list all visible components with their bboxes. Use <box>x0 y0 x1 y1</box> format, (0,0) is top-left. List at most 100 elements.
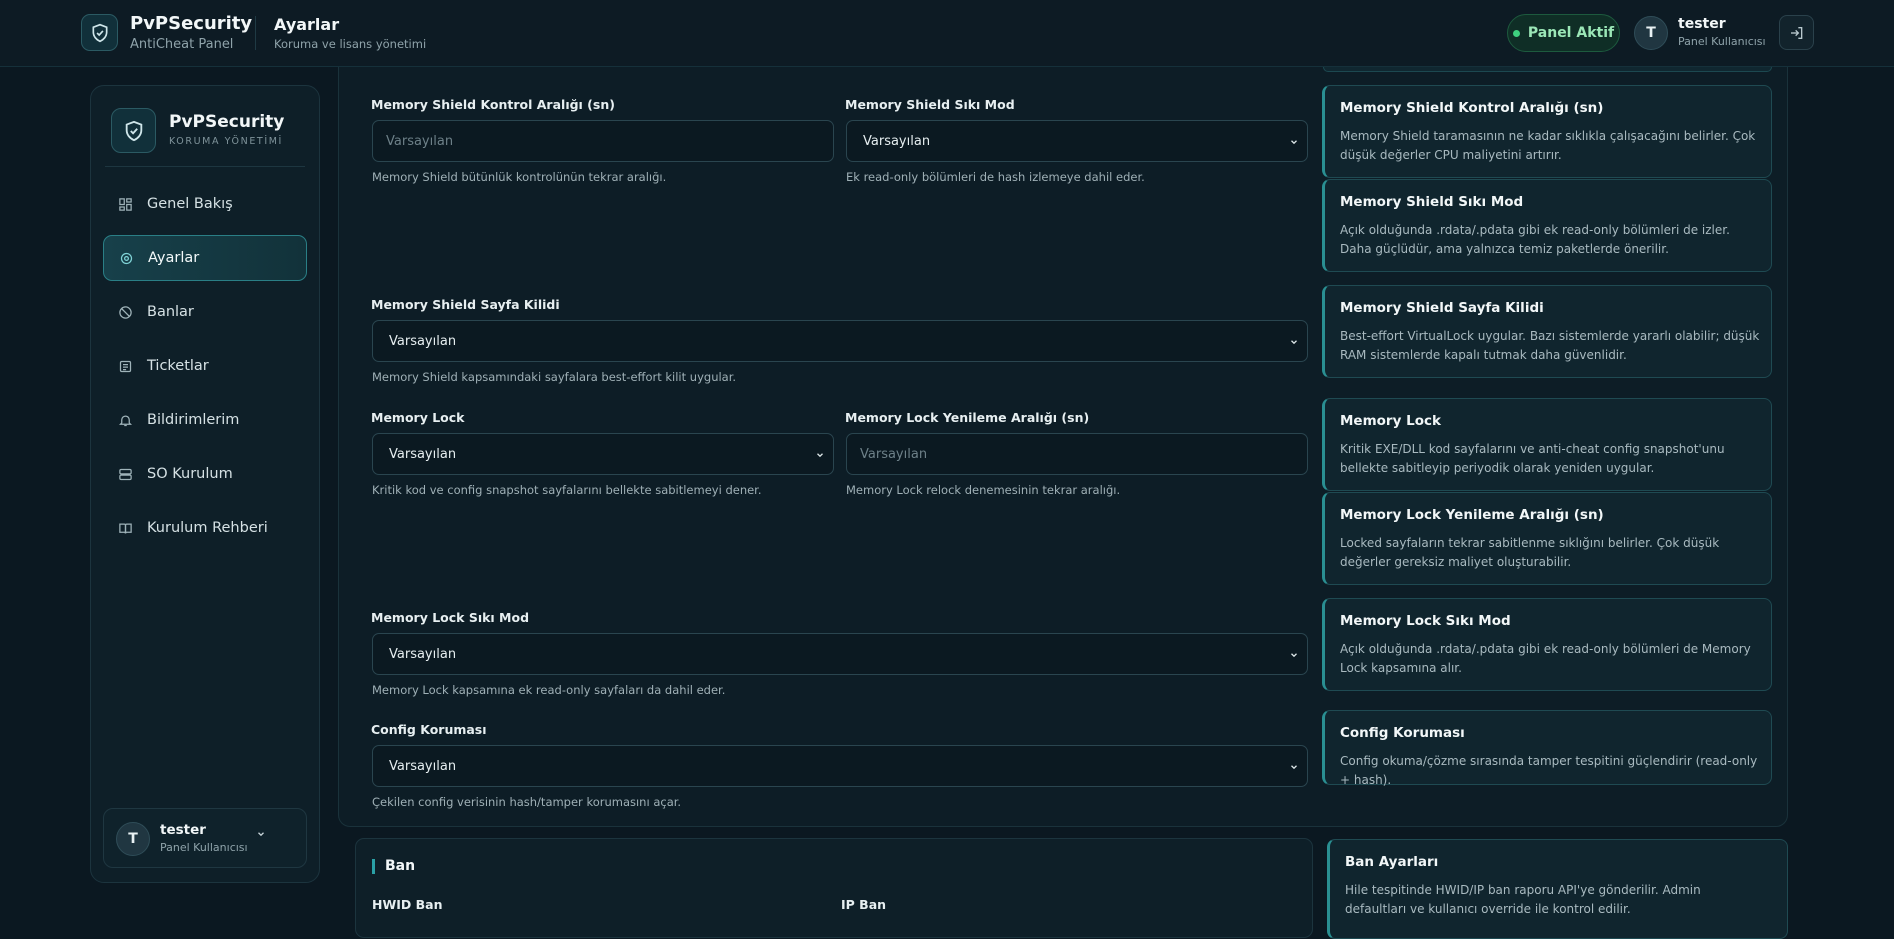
gear-icon <box>118 250 134 266</box>
info-card: Config Koruması Config okuma/çözme sıras… <box>1322 710 1772 787</box>
field-help: Memory Lock kapsamına ek read-only sayfa… <box>372 683 726 697</box>
info-card-text: Memory Shield taramasının ne kadar sıklı… <box>1340 129 1756 162</box>
field-label: Memory Shield Kontrol Aralığı (sn) <box>371 97 615 112</box>
sidebar-user-menu[interactable]: T tester Panel Kullanıcısı <box>103 808 307 868</box>
ticket-icon <box>117 358 133 374</box>
info-card: Memory Lock Kritik EXE/DLL kod sayfaları… <box>1322 398 1772 491</box>
memory-lock-interval-input[interactable]: Varsayılan <box>846 433 1308 475</box>
hwid-ban-label: HWID Ban <box>372 897 443 912</box>
sidebar-item-label: Ayarlar <box>148 250 200 266</box>
chevron-down-icon <box>258 832 264 837</box>
memory-shield-pagelock-select[interactable]: Varsayılan <box>372 320 1308 362</box>
info-card: Memory Shield Sıkı Mod Açık olduğunda .r… <box>1322 179 1772 272</box>
sidebar-logo[interactable] <box>111 108 156 153</box>
shield-icon <box>125 120 142 141</box>
info-card-text: Hile tespitinde HWID/IP ban raporu API'y… <box>1345 883 1701 916</box>
info-card-title: Memory Lock <box>1340 413 1441 429</box>
field-help: Memory Shield kapsamındaki sayfalara bes… <box>372 370 737 384</box>
ip-ban-label: IP Ban <box>841 897 887 912</box>
sidebar-item-notifications[interactable]: Bildirimlerim <box>103 397 307 443</box>
info-card-title: Ban Ayarları <box>1345 854 1439 870</box>
ban-section: Ban HWID Ban IP Ban <box>355 838 1313 938</box>
chevron-down-icon <box>1291 653 1297 658</box>
sidebar-item-label: Kurulum Rehberi <box>147 520 268 536</box>
info-card-title: Memory Shield Sayfa Kilidi <box>1340 300 1544 316</box>
field-help: Memory Shield bütünlük kontrolünün tekra… <box>372 170 667 184</box>
server-icon <box>117 466 133 482</box>
sidebar-item-tickets[interactable]: Ticketlar <box>103 343 307 389</box>
sidebar-item-label: Ticketlar <box>147 358 209 374</box>
memory-lock-strict-select[interactable]: Varsayılan <box>372 633 1308 675</box>
brand-title: PvPSecurity <box>130 13 253 34</box>
info-card-title: Memory Lock Yenileme Aralığı (sn) <box>1340 507 1604 523</box>
info-card-text: Açık olduğunda .rdata/.pdata gibi ek rea… <box>1340 642 1751 675</box>
sidebar-divider <box>105 166 305 167</box>
field-label: Config Koruması <box>371 722 487 737</box>
sidebar-item-setup-guide[interactable]: Kurulum Rehberi <box>103 505 307 551</box>
sidebar-user-name: tester <box>160 822 206 838</box>
sidebar-item-overview[interactable]: Genel Bakış <box>103 181 307 227</box>
top-bar: PvPSecurity AntiCheat Panel Ayarlar Koru… <box>0 0 1894 67</box>
sidebar-item-label: SO Kurulum <box>147 466 233 482</box>
ban-info-card: Ban Ayarları Hile tespitinde HWID/IP ban… <box>1327 839 1788 939</box>
header-divider <box>255 16 256 50</box>
sidebar-subtitle: KORUMA YÖNETİMİ <box>169 136 283 147</box>
field-label: Memory Shield Sayfa Kilidi <box>371 297 560 312</box>
memory-shield-interval-input[interactable]: Varsayılan <box>372 120 834 162</box>
sidebar-user-role: Panel Kullanıcısı <box>160 841 248 854</box>
info-card-text: Config okuma/çözme sırasında tamper tesp… <box>1340 754 1758 787</box>
brand-subtitle: AntiCheat Panel <box>130 37 234 52</box>
ban-section-title: Ban <box>372 859 415 874</box>
field-help: Ek read-only bölümleri de hash izlemeye … <box>846 170 1145 184</box>
select-value: Varsayılan <box>389 446 457 462</box>
info-card: Memory Lock Sıkı Mod Açık olduğunda .rda… <box>1322 598 1772 691</box>
status-badge: Panel Aktif <box>1507 14 1620 52</box>
config-protection-select[interactable]: Varsayılan <box>372 745 1308 787</box>
chevron-down-icon <box>1291 340 1297 345</box>
field-help: Memory Lock relock denemesinin tekrar ar… <box>846 483 1121 497</box>
chevron-down-icon <box>817 453 823 458</box>
info-card-title: Memory Shield Kontrol Aralığı (sn) <box>1340 100 1604 116</box>
field-help: Kritik kod ve config snapshot sayfaların… <box>372 483 762 497</box>
field-label: Memory Lock Sıkı Mod <box>371 610 530 625</box>
page-title: Ayarlar <box>274 15 340 34</box>
avatar: T <box>116 822 150 856</box>
status-dot-icon <box>1512 29 1520 37</box>
avatar[interactable]: T <box>1634 16 1668 50</box>
status-text: Panel Aktif <box>1527 25 1615 41</box>
select-value: Varsayılan <box>389 333 457 349</box>
logout-button[interactable] <box>1779 15 1814 50</box>
chevron-down-icon <box>1291 140 1297 145</box>
info-card-title: Memory Shield Sıkı Mod <box>1340 194 1524 210</box>
info-card-text: Best-effort VirtualLock uygular. Bazı si… <box>1340 329 1760 362</box>
select-value: Varsayılan <box>389 646 457 662</box>
user-name: tester <box>1678 16 1726 32</box>
sidebar-item-so-setup[interactable]: SO Kurulum <box>103 451 307 497</box>
user-role: Panel Kullanıcısı <box>1678 35 1766 48</box>
field-label: Memory Shield Sıkı Mod <box>845 97 1015 112</box>
sidebar-item-bans[interactable]: Banlar <box>103 289 307 335</box>
select-value: Varsayılan <box>863 133 931 149</box>
sidebar: PvPSecurity KORUMA YÖNETİMİ Genel Bakış … <box>90 85 320 883</box>
sidebar-item-label: Bildirimlerim <box>147 412 240 428</box>
sidebar-item-label: Banlar <box>147 304 194 320</box>
info-card: Memory Lock Yenileme Aralığı (sn) Locked… <box>1322 492 1772 585</box>
bell-icon <box>117 412 133 428</box>
logout-icon <box>1790 26 1802 39</box>
info-card: Memory Shield Sayfa Kilidi Best-effort V… <box>1322 285 1772 378</box>
memory-lock-select[interactable]: Varsayılan <box>372 433 834 475</box>
grid-icon <box>117 196 133 212</box>
sidebar-item-label: Genel Bakış <box>147 196 233 212</box>
info-card-remnant <box>1323 67 1772 72</box>
chevron-down-icon <box>1291 765 1297 770</box>
shield-icon <box>92 23 107 42</box>
field-label: Memory Lock <box>371 410 465 425</box>
memory-shield-strict-select[interactable]: Varsayılan <box>846 120 1308 162</box>
select-value: Varsayılan <box>389 758 457 774</box>
ban-icon <box>117 304 133 320</box>
info-card-text: Locked sayfaların tekrar sabitlenme sıkl… <box>1340 536 1720 569</box>
sidebar-item-settings[interactable]: Ayarlar <box>103 235 307 281</box>
brand-logo[interactable] <box>81 14 118 51</box>
info-card: Memory Shield Kontrol Aralığı (sn) Memor… <box>1322 85 1772 178</box>
page-subtitle: Koruma ve lisans yönetimi <box>274 37 427 51</box>
